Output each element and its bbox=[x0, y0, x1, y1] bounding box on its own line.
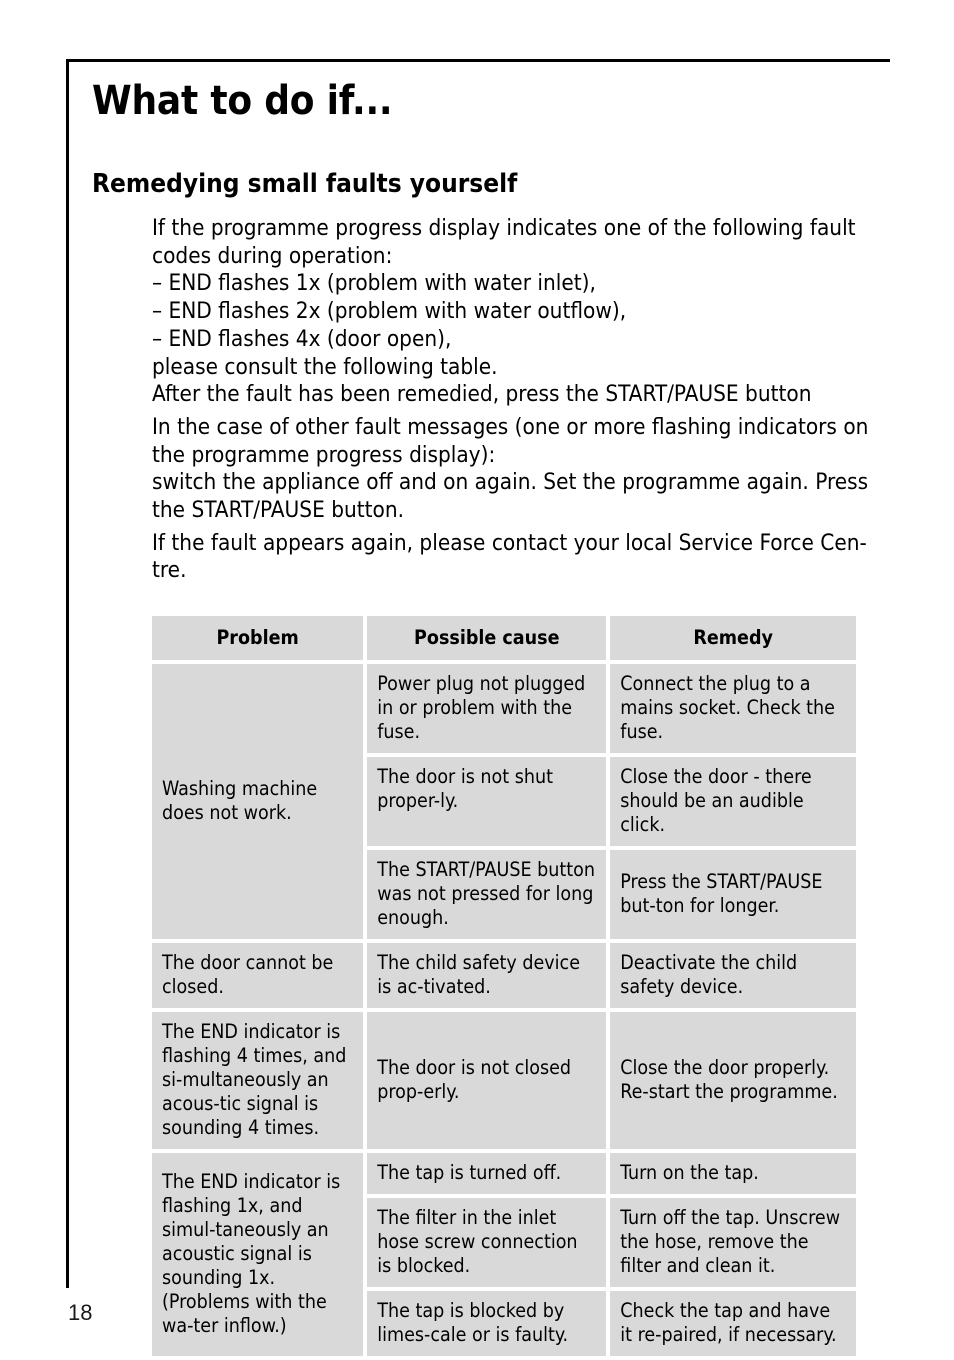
text-line: – END flashes 4x (door open), bbox=[152, 325, 452, 352]
text-line: In the case of other fault messages (one… bbox=[152, 413, 869, 440]
cell-problem: The door cannot be closed. bbox=[152, 943, 364, 1008]
cell-cause: The START/PAUSE button was not pressed f… bbox=[367, 850, 607, 939]
cell-cause: The tap is turned off. bbox=[367, 1153, 607, 1194]
cell-problem: Washing machine does not work. bbox=[152, 664, 364, 939]
cell-remedy: Check the tap and have it re-paired, if … bbox=[610, 1291, 856, 1356]
column-header-remedy: Remedy bbox=[610, 616, 856, 660]
page-title: What to do if... bbox=[92, 78, 393, 124]
document-page: What to do if... Remedying small faults … bbox=[0, 0, 954, 1356]
text-line: switch the appliance off and on again. S… bbox=[152, 469, 869, 496]
body-text: If the programme progress display indica… bbox=[152, 215, 876, 585]
paragraph-other-fault-messages: In the case of other fault messages (one… bbox=[152, 414, 876, 525]
cell-cause: Power plug not plugged in or problem wit… bbox=[367, 664, 607, 753]
cell-cause: The door is not shut proper-ly. bbox=[367, 757, 607, 846]
cell-cause: The door is not closed prop-erly. bbox=[367, 1012, 607, 1149]
cell-remedy: Press the START/PAUSE but-ton for longer… bbox=[610, 850, 856, 939]
text-line: – END flashes 1x (problem with water inl… bbox=[152, 270, 596, 297]
cell-remedy: Turn off the tap. Unscrew the hose, remo… bbox=[610, 1198, 856, 1287]
column-header-possible-cause: Possible cause bbox=[367, 616, 607, 660]
cell-remedy: Deactivate the child safety device. bbox=[610, 943, 856, 1008]
cell-cause: The filter in the inlet hose screw conne… bbox=[367, 1198, 607, 1287]
cell-cause: The child safety device is ac-tivated. bbox=[367, 943, 607, 1008]
page-content: What to do if... Remedying small faults … bbox=[92, 78, 882, 583]
table-row: Washing machine does not work. Power plu… bbox=[152, 664, 856, 939]
cell-remedy: Connect the plug to a mains socket. Chec… bbox=[610, 664, 856, 753]
text-line: tre. bbox=[152, 557, 187, 584]
table-header-row: Problem Possible cause Remedy bbox=[152, 616, 856, 660]
left-margin-rule bbox=[66, 59, 69, 1288]
table-row: The END indicator is flashing 1x, and si… bbox=[152, 1153, 856, 1356]
table-row: The END indicator is flashing 4 times, a… bbox=[152, 1012, 856, 1149]
cell-remedy: Close the door properly. Re-start the pr… bbox=[610, 1012, 856, 1149]
cell-problem: The END indicator is flashing 4 times, a… bbox=[152, 1012, 364, 1149]
text-line: the programme progress display): bbox=[152, 441, 496, 468]
column-header-problem: Problem bbox=[152, 616, 364, 660]
paragraph-fault-codes-intro: If the programme progress display indica… bbox=[152, 215, 876, 409]
section-heading: Remedying small faults yourself bbox=[92, 169, 518, 199]
text-line: codes during operation: bbox=[152, 242, 393, 269]
text-line: After the fault has been remedied, press… bbox=[152, 381, 812, 408]
cell-remedy: Turn on the tap. bbox=[610, 1153, 856, 1194]
text-line: If the programme progress display indica… bbox=[152, 215, 856, 241]
cell-cause: The tap is blocked by limes-cale or is f… bbox=[367, 1291, 607, 1356]
troubleshooting-table: Problem Possible cause Remedy Washing ma… bbox=[148, 612, 860, 1360]
text-line: – END flashes 2x (problem with water out… bbox=[152, 298, 627, 325]
cell-remedy: Close the door - there should be an audi… bbox=[610, 757, 856, 846]
table-row: The door cannot be closed. The child saf… bbox=[152, 943, 856, 1008]
page-number: 18 bbox=[68, 1300, 93, 1325]
header-rule bbox=[66, 59, 890, 62]
text-line: please consult the following table. bbox=[152, 353, 498, 380]
cell-problem: The END indicator is flashing 1x, and si… bbox=[152, 1153, 364, 1356]
paragraph-service-force-centre: If the fault appears again, please conta… bbox=[152, 530, 876, 585]
text-line: If the fault appears again, please conta… bbox=[152, 529, 867, 556]
text-line: the START/PAUSE button. bbox=[152, 497, 405, 524]
